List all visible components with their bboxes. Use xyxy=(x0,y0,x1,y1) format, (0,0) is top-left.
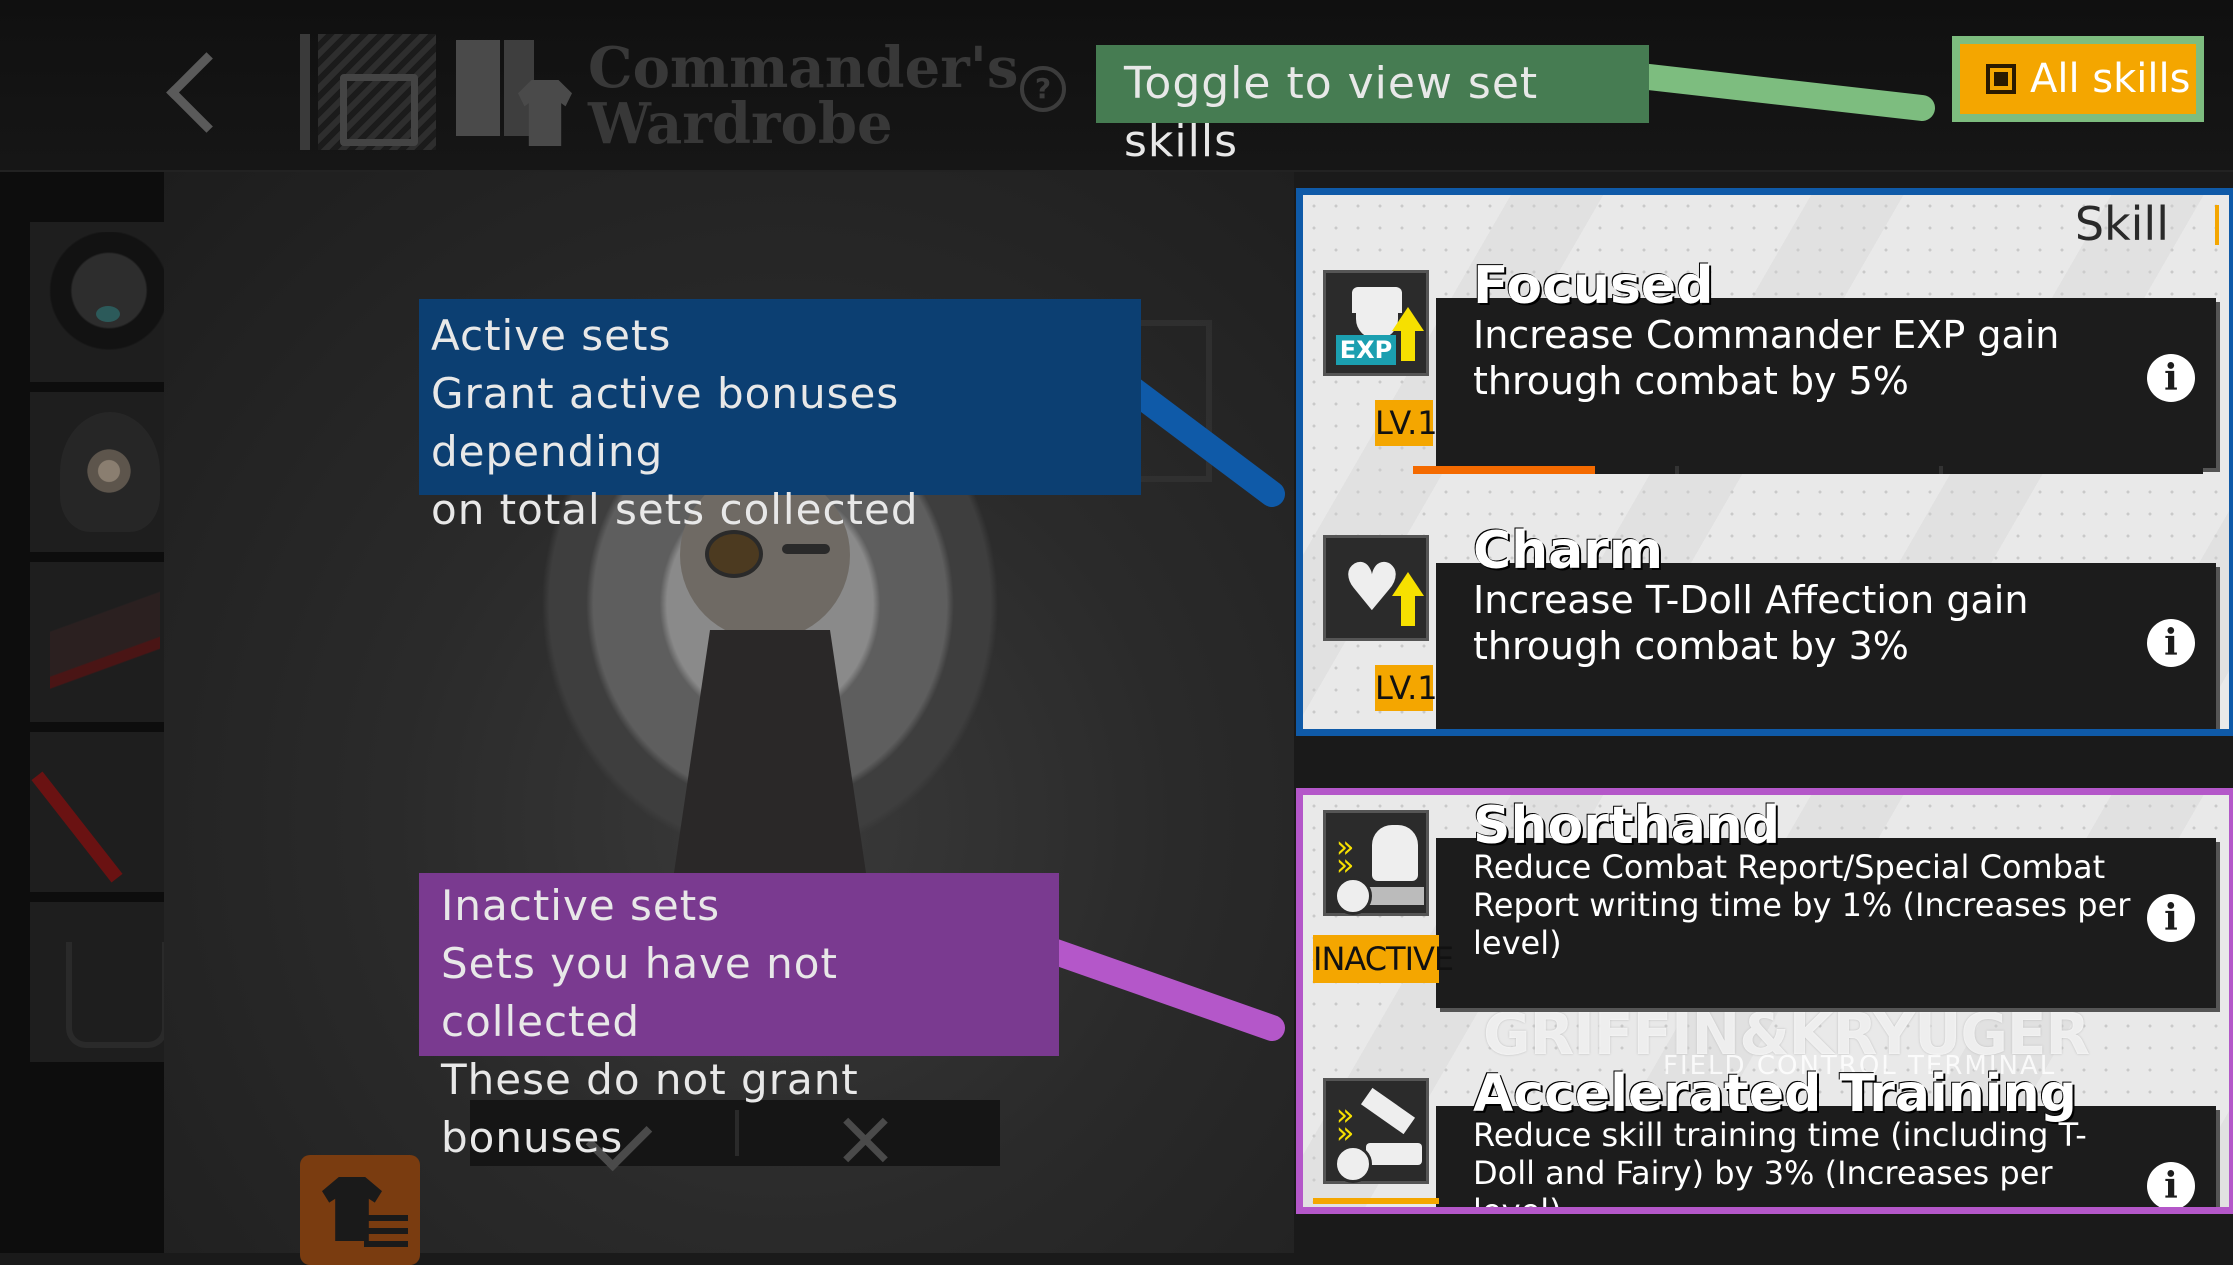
heart-up-icon: ♥ xyxy=(1323,535,1429,641)
all-skills-label: All skills xyxy=(2030,56,2191,102)
tip-inactive-line1: Sets you have not collected xyxy=(441,939,838,1046)
checkbox-icon[interactable] xyxy=(1986,64,2016,94)
skill-charm: ♥ LV.1 Charm Increase T-Doll Affection g… xyxy=(1323,521,2223,729)
info-icon[interactable]: i xyxy=(2147,1162,2195,1207)
level-badge: LV.1 xyxy=(1375,400,1438,446)
skill-accelerated-training: »» Accelerated Training Reduce skill tra… xyxy=(1313,1064,2223,1214)
skill-name: Charm xyxy=(1473,521,1664,581)
inactive-connector xyxy=(1037,937,1285,1041)
commander-exp-icon: EXP xyxy=(1323,270,1429,376)
tip-active-line1: Grant active bonuses depending xyxy=(431,369,900,476)
skill-header: Skill xyxy=(2074,197,2169,251)
skill-name: Focused xyxy=(1473,256,1714,316)
tip-active-line2: on total sets collected xyxy=(431,485,919,534)
tip-active-title: Active sets xyxy=(431,311,672,360)
skill-shorthand: »» INACTIVE Shorthand Reduce Combat Repo… xyxy=(1313,796,2223,1008)
skill-progress-bar xyxy=(1413,466,2203,474)
inactive-badge: INACTIVE xyxy=(1313,935,1454,983)
all-skills-toggle[interactable]: All skills xyxy=(1952,36,2204,122)
toggle-connector xyxy=(1627,63,1935,121)
skill-description: Increase T-Doll Affection gain through c… xyxy=(1473,578,2029,668)
skill-progress-bar xyxy=(1413,731,2203,736)
tip-toggle: Toggle to view set skills xyxy=(1096,45,1649,167)
skill-description: Reduce skill training time (including T-… xyxy=(1473,1116,2087,1214)
header-accent xyxy=(2215,205,2219,245)
inactive-skills-panel: GRIFFIN&KRYUGER FIELD CONTROL TERMINAL »… xyxy=(1296,788,2233,1214)
info-icon[interactable]: i xyxy=(2147,619,2195,667)
report-writing-icon: »» xyxy=(1323,810,1429,916)
tip-inactive-title: Inactive sets xyxy=(441,881,721,930)
skill-focused: EXP LV.1 Focused Increase Commander EXP … xyxy=(1323,256,2223,474)
active-skills-panel: Skill EXP LV.1 Focused Increase Commande… xyxy=(1296,188,2233,736)
skill-description: Increase Commander EXP gain through comb… xyxy=(1473,313,2060,403)
inactive-badge-edge xyxy=(1313,1198,1439,1204)
skill-name: Shorthand xyxy=(1473,796,1781,856)
skill-name: Accelerated Training xyxy=(1473,1064,2077,1124)
info-icon[interactable]: i xyxy=(2147,894,2195,942)
skill-training-icon: »» xyxy=(1323,1078,1429,1184)
tip-active-sets: Active sets Grant active bonuses dependi… xyxy=(419,299,1141,534)
tip-inactive-line2: These do not grant bonuses xyxy=(441,1055,859,1162)
active-connector xyxy=(1107,367,1285,507)
skill-description: Reduce Combat Report/Special Combat Repo… xyxy=(1473,848,2131,962)
level-badge: LV.1 xyxy=(1375,665,1438,711)
info-icon[interactable]: i xyxy=(2147,354,2195,402)
tip-inactive-sets: Inactive sets Sets you have not collecte… xyxy=(419,873,1059,1162)
